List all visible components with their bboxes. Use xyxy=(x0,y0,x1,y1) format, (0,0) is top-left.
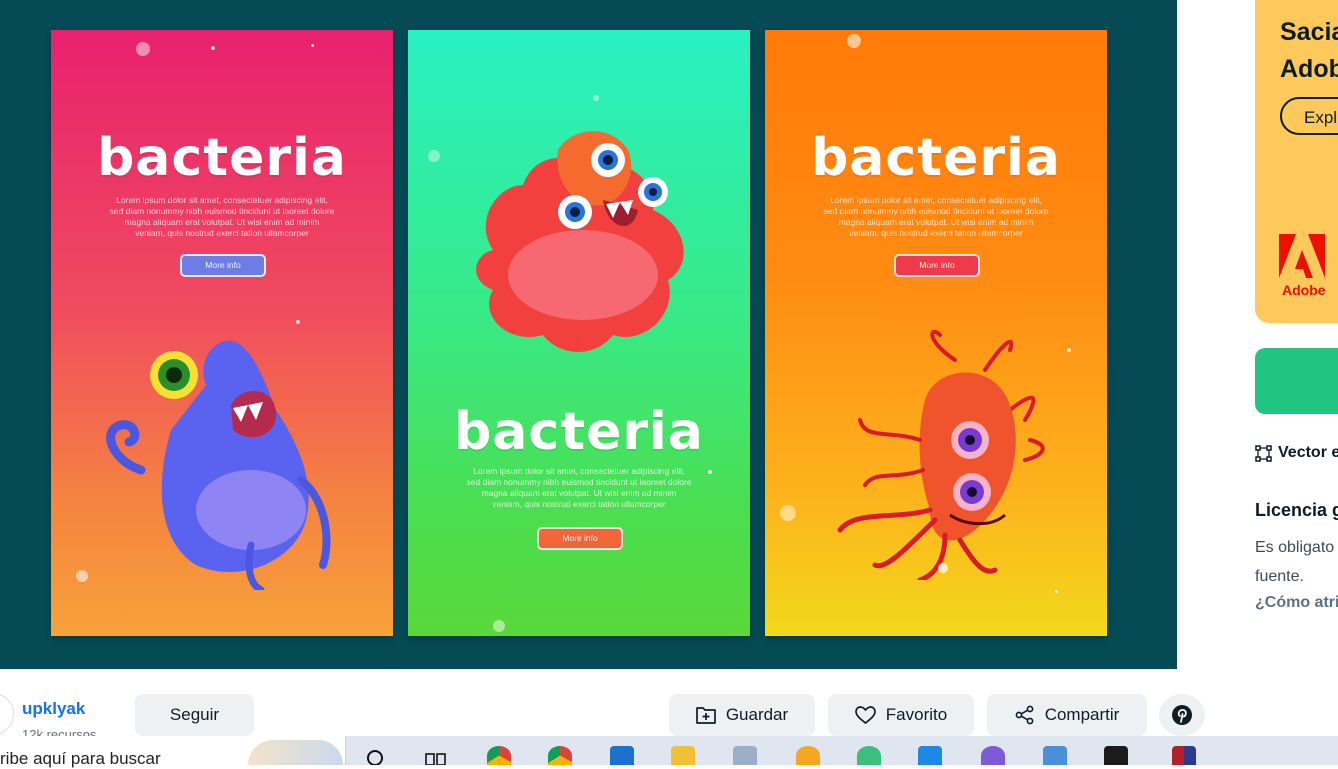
heart-icon xyxy=(854,705,876,724)
taskbar-search-box[interactable]: ribe aquí para buscar xyxy=(0,736,346,768)
adobe-logo: Adobe xyxy=(1279,234,1326,298)
vector-icon xyxy=(1255,444,1272,462)
poster-green: bacteria Lorem ipsum dolor sit amet, con… xyxy=(408,30,750,636)
poster-title: bacteria xyxy=(811,128,1061,188)
share-button[interactable]: Compartir xyxy=(987,694,1147,736)
mail-icon[interactable] xyxy=(610,746,634,765)
red-monster-illustration xyxy=(476,131,684,352)
file-explorer-icon[interactable] xyxy=(671,746,695,765)
adobe-wordmark: Adobe xyxy=(1282,282,1326,298)
blue-monster-illustration xyxy=(106,340,331,590)
taskbar-search-placeholder: ribe aquí para buscar xyxy=(0,749,161,768)
follow-button[interactable]: Seguir xyxy=(135,694,254,736)
license-how-to-attribute-link[interactable]: ¿Cómo atri xyxy=(1255,594,1338,612)
poster-more-info-button: More info xyxy=(180,254,266,277)
vector-label: Vector e xyxy=(1278,444,1338,461)
vscode-icon[interactable] xyxy=(918,746,942,765)
file-type-vector: Vector e xyxy=(1255,444,1338,462)
vpn-icon[interactable] xyxy=(981,746,1005,765)
poster-pink: bacteria Lorem ipsum dolor sit amet, con… xyxy=(51,30,393,636)
task-view-icon[interactable] xyxy=(424,746,448,765)
pinterest-button[interactable] xyxy=(1159,694,1205,736)
save-button[interactable]: Guardar xyxy=(669,694,815,736)
poster-title: bacteria xyxy=(97,128,347,188)
search-icon[interactable] xyxy=(365,746,389,765)
poster-more-info-button: More info xyxy=(894,254,980,277)
atom-icon[interactable] xyxy=(857,746,881,765)
poster-more-info-button: More info xyxy=(537,527,623,550)
terminal-icon[interactable] xyxy=(1104,746,1128,765)
pinterest-icon xyxy=(1172,705,1192,725)
favorite-button[interactable]: Favorito xyxy=(828,694,974,736)
license-title: Licencia g xyxy=(1255,500,1338,520)
download-button[interactable] xyxy=(1255,348,1338,414)
follow-label: Seguir xyxy=(169,705,220,724)
resource-preview-image[interactable]: bacteria Lorem ipsum dolor sit amet, con… xyxy=(0,0,1177,669)
app-bird-icon[interactable] xyxy=(796,746,820,765)
chrome-profile-icon[interactable] xyxy=(548,746,572,765)
orange-monster-illustration xyxy=(837,330,1045,580)
chrome-icon[interactable] xyxy=(487,746,511,765)
poster-title: bacteria xyxy=(454,402,704,462)
license-text: Es obligato fuente. xyxy=(1255,539,1335,585)
share-label: Compartir xyxy=(1044,705,1120,724)
recycle-bin-icon[interactable] xyxy=(733,746,757,765)
author-avatar[interactable] xyxy=(0,693,14,735)
folder-plus-icon xyxy=(695,707,716,724)
control-panel-icon[interactable] xyxy=(1043,746,1067,765)
promo-explore-button[interactable]: Expl xyxy=(1280,97,1338,135)
winrar-icon[interactable] xyxy=(1172,746,1196,765)
promo-heading: Sacia Adob xyxy=(1280,18,1338,83)
windows-taskbar: ribe aquí para buscar xyxy=(0,736,1338,768)
poster-orange: bacteria Lorem ipsum dolor sit amet, con… xyxy=(765,30,1107,636)
poster-body-text: Lorem ipsum dolor sit amet, consectetuer… xyxy=(466,466,692,509)
adobe-logo-icon xyxy=(1279,234,1325,278)
poster-body-text: Lorem ipsum dolor sit amet, consectetuer… xyxy=(823,195,1049,238)
share-icon xyxy=(1015,705,1034,725)
save-label: Guardar xyxy=(725,705,789,724)
adobe-promo-card[interactable]: Sacia Adob Expl Adobe xyxy=(1255,0,1338,323)
poster-body-text: Lorem ipsum dolor sit amet, consectetuer… xyxy=(109,195,335,238)
author-name-link[interactable]: upklyak xyxy=(22,699,85,719)
search-highlight-illustration xyxy=(248,740,343,765)
favorite-label: Favorito xyxy=(885,705,948,724)
